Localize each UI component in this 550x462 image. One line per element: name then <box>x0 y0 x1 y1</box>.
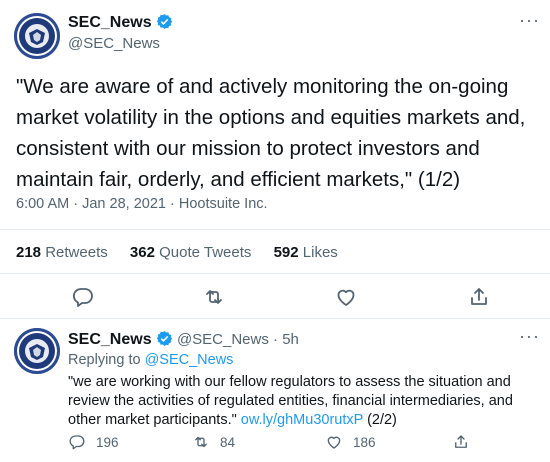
meta-separator: · <box>273 331 279 348</box>
reply-retweets-action[interactable]: 84 <box>192 432 235 452</box>
replying-to-link[interactable]: @SEC_News <box>145 352 234 368</box>
retweet-icon[interactable] <box>192 433 210 451</box>
share-icon[interactable] <box>452 433 470 451</box>
reply-share-action[interactable] <box>452 432 480 452</box>
display-name[interactable]: SEC_News <box>68 14 152 31</box>
meta-separator: · <box>73 196 79 212</box>
verified-badge-icon <box>156 14 173 29</box>
sec-seal-icon <box>25 339 49 363</box>
handle[interactable]: @SEC_News <box>68 35 160 52</box>
tweet-author[interactable]: SEC_News <box>68 13 173 32</box>
reply-header: SEC_News @SEC_News · 5h <box>68 330 299 349</box>
divider <box>0 273 550 274</box>
tweet-meta: 6:00 AM · Jan 28, 2021 · Hootsuite Inc. <box>16 196 268 212</box>
reply-count: 196 <box>96 434 119 450</box>
retweet-count: 84 <box>220 434 236 450</box>
reply-link[interactable]: ow.ly/ghMu30rutxP <box>241 412 363 428</box>
reply-suffix: (2/2) <box>367 412 397 428</box>
reply-likes-action[interactable]: 186 <box>325 432 376 452</box>
retweet-icon[interactable] <box>202 285 226 309</box>
tweet-stats: 218 Retweets 362 Quote Tweets 592 Likes <box>16 244 356 261</box>
more-options-icon[interactable]: ··· <box>519 10 540 31</box>
replying-to: Replying to @SEC_News <box>68 352 233 368</box>
divider <box>0 318 550 319</box>
like-icon[interactable] <box>325 433 343 451</box>
avatar[interactable] <box>14 13 60 59</box>
sec-seal-icon <box>25 24 49 48</box>
avatar[interactable] <box>14 328 60 374</box>
more-options-icon[interactable]: ··· <box>519 326 540 347</box>
reply-icon[interactable] <box>71 285 95 309</box>
tweet-actions <box>0 285 550 309</box>
quote-tweets-stat[interactable]: 362 Quote Tweets <box>130 244 251 261</box>
reply-icon[interactable] <box>68 433 86 451</box>
divider <box>0 229 550 230</box>
verified-badge-icon <box>156 331 173 346</box>
reply-replies-action[interactable]: 196 <box>68 432 119 452</box>
share-icon[interactable] <box>467 285 491 309</box>
replying-to-label: Replying to <box>68 352 141 368</box>
tweet-text: "We are aware of and actively monitoring… <box>16 75 526 191</box>
tweet-time[interactable]: 6:00 AM <box>16 196 69 212</box>
like-count: 186 <box>353 434 376 450</box>
meta-separator: · <box>170 196 175 212</box>
reply-text: "we are working with our fellow regulato… <box>68 373 538 430</box>
handle[interactable]: @SEC_News <box>177 331 269 348</box>
tweet-date[interactable]: Jan 28, 2021 <box>82 196 166 212</box>
retweets-stat[interactable]: 218 Retweets <box>16 244 108 261</box>
tweet-source[interactable]: Hootsuite Inc. <box>179 196 268 212</box>
display-name[interactable]: SEC_News <box>68 331 152 348</box>
reply-age[interactable]: 5h <box>282 331 299 348</box>
like-icon[interactable] <box>334 285 358 309</box>
likes-stat[interactable]: 592 Likes <box>274 244 338 261</box>
